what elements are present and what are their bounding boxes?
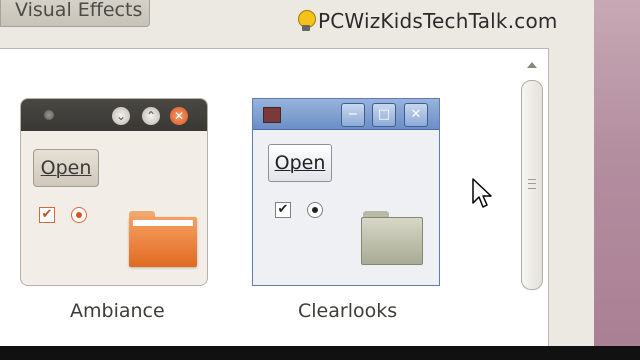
watermark-text: PCWizKidsTechTalk.com <box>318 9 558 33</box>
window-icon <box>263 107 281 123</box>
open-label: Open <box>40 157 92 179</box>
desktop-background <box>592 0 640 360</box>
theme-preview-ambiance[interactable]: ⌄ ⌃ ✕ Open ✔ <box>20 98 208 286</box>
maximize-icon: ⌃ <box>142 107 160 125</box>
preview-open-button: Open <box>268 144 332 182</box>
window-menu-icon <box>44 110 54 120</box>
theme-label-clearlooks: Clearlooks <box>298 300 398 322</box>
appearance-window: Visual Effects PCWizKidsTechTalk.com ⌄ ⌃… <box>0 0 594 348</box>
theme-label-ambiance: Ambiance <box>70 300 165 322</box>
preview-titlebar: − □ ✕ <box>253 99 439 130</box>
watermark: PCWizKidsTechTalk.com <box>296 6 558 36</box>
minimize-icon: − <box>341 103 365 127</box>
preview-open-button: Open <box>33 149 99 187</box>
scroll-up-arrow-icon[interactable] <box>527 62 537 68</box>
open-label: Open <box>274 152 326 174</box>
scroll-thumb[interactable] <box>521 80 543 290</box>
preview-titlebar: ⌄ ⌃ ✕ <box>21 99 207 131</box>
preview-radio <box>307 202 323 218</box>
bottom-edge <box>0 346 640 360</box>
maximize-icon: □ <box>372 103 396 127</box>
theme-preview-clearlooks[interactable]: − □ ✕ Open ✔ <box>252 98 440 286</box>
tab-label: Visual Effects <box>15 0 143 21</box>
preview-radio <box>71 207 87 223</box>
folder-icon <box>361 211 423 265</box>
folder-icon <box>129 211 197 267</box>
tab-visual-effects[interactable]: Visual Effects <box>0 0 150 27</box>
lightbulb-icon <box>296 9 316 33</box>
preview-checkbox: ✔ <box>39 207 55 223</box>
minimize-icon: ⌄ <box>112 107 130 125</box>
grip-icon <box>528 179 536 189</box>
close-icon: ✕ <box>404 103 428 127</box>
preview-checkbox: ✔ <box>275 202 291 218</box>
close-icon: ✕ <box>170 107 188 125</box>
vertical-scrollbar[interactable] <box>520 56 543 346</box>
